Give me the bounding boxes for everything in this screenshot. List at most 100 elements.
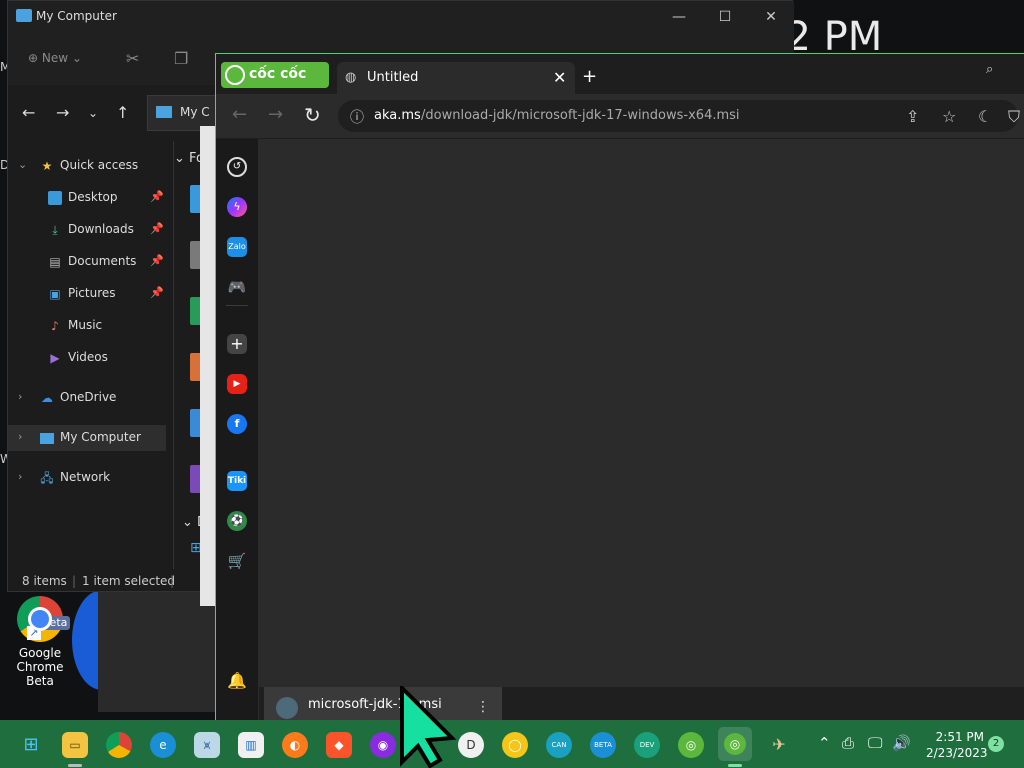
pin-icon[interactable]: 📌 bbox=[150, 190, 164, 203]
nav-videos[interactable]: ▶ Videos bbox=[8, 345, 166, 371]
history-icon[interactable]: ↺ bbox=[227, 157, 247, 177]
music-icon: ♪ bbox=[51, 319, 59, 333]
show-hidden-icons-chevron[interactable]: ⌃ bbox=[818, 734, 831, 752]
explorer-title-bar[interactable]: My Computer — ☐ ✕ bbox=[8, 1, 794, 33]
file-explorer-icon[interactable]: ▭ bbox=[62, 732, 88, 758]
chevron-right-icon[interactable]: › bbox=[18, 470, 22, 483]
chrome-canary-icon[interactable]: ◯ bbox=[502, 732, 528, 758]
bookmark-star-icon[interactable]: ☆ bbox=[942, 107, 956, 126]
edge-canary-icon[interactable]: CAN bbox=[546, 732, 572, 758]
firefox-icon[interactable]: ◐ bbox=[282, 732, 308, 758]
installer-file-icon bbox=[276, 697, 298, 719]
coccoc-menu-button[interactable]: cốc cốc bbox=[221, 62, 329, 88]
football-icon[interactable]: ⚽ bbox=[227, 511, 247, 531]
start-windows-icon[interactable]: ⊞ bbox=[18, 732, 44, 758]
share-icon[interactable]: ⇪ bbox=[906, 107, 919, 126]
new-button[interactable]: ⊕ New ⌄ bbox=[28, 51, 82, 65]
network-monitor-icon[interactable]: 🖵 bbox=[868, 734, 882, 752]
tab-search-icon[interactable]: ⌕ bbox=[986, 62, 993, 77]
forward-icon[interactable]: → bbox=[268, 104, 283, 125]
clock-time: 2:51 PM bbox=[935, 730, 984, 744]
nav-quick-access[interactable]: ⌄ ★ Quick access bbox=[8, 153, 166, 179]
chrome-icon[interactable] bbox=[106, 732, 132, 758]
desktop-icon-chrome-beta[interactable]: Beta ↗ Google Chrome Beta bbox=[4, 596, 76, 688]
app-tool-icon[interactable]: ✈ bbox=[766, 732, 792, 758]
info-icon[interactable]: ⓘ bbox=[350, 107, 364, 127]
notification-count-badge[interactable]: 2 bbox=[988, 736, 1004, 752]
notification-bell-icon[interactable]: 🔔 bbox=[227, 671, 247, 691]
pin-icon[interactable]: 📌 bbox=[150, 254, 164, 267]
app-window-icon[interactable]: ▥ bbox=[238, 732, 264, 758]
edge-dev-icon[interactable]: DEV bbox=[634, 732, 660, 758]
nav-label: Videos bbox=[68, 350, 108, 364]
tab-title: Untitled bbox=[367, 70, 419, 85]
forward-icon[interactable]: → bbox=[56, 103, 69, 122]
new-tab-button[interactable]: + bbox=[582, 66, 597, 87]
nav-onedrive[interactable]: › ☁ OneDrive bbox=[8, 385, 166, 411]
facebook-icon[interactable]: f bbox=[227, 414, 247, 434]
chevron-right-icon[interactable]: › bbox=[18, 430, 22, 443]
edge-icon[interactable]: e bbox=[150, 732, 176, 758]
cut-icon[interactable]: ✂ bbox=[126, 49, 144, 68]
chrome-beta-icon: Beta ↗ bbox=[17, 596, 71, 642]
reload-icon[interactable]: ↻ bbox=[304, 103, 321, 127]
chrome-dev-icon[interactable]: D bbox=[458, 732, 484, 758]
nav-label: OneDrive bbox=[60, 390, 117, 404]
edge-beta-icon[interactable]: BETA bbox=[590, 732, 616, 758]
back-icon[interactable]: ← bbox=[232, 104, 247, 125]
navigation-pane: ⌄ ★ Quick access Desktop 📌 ⤓ Downloads 📌… bbox=[8, 149, 168, 569]
coccoc-active-icon[interactable]: ◎ bbox=[718, 727, 752, 761]
document-icon: ▤ bbox=[49, 255, 61, 269]
nav-network[interactable]: › 🖧 Network bbox=[8, 465, 166, 491]
nav-pictures[interactable]: ▣ Pictures 📌 bbox=[8, 281, 166, 307]
close-button[interactable]: ✕ bbox=[748, 5, 794, 29]
nav-music[interactable]: ♪ Music bbox=[8, 313, 166, 339]
beta-badge: Beta bbox=[39, 616, 71, 630]
brave-icon[interactable]: ◆ bbox=[326, 732, 352, 758]
chevron-right-icon[interactable]: › bbox=[18, 390, 22, 403]
taskbar: ⊞ ▭ e ⩙ ▥ ◐ ◆ ◉ D ◯ CAN BETA DEV ◎ ◎ ✈ ⌃… bbox=[0, 720, 1024, 768]
nav-desktop[interactable]: Desktop 📌 bbox=[8, 185, 166, 211]
add-shortcut-icon[interactable]: + bbox=[227, 334, 247, 354]
volume-icon[interactable]: 🔊 bbox=[892, 734, 911, 752]
pin-icon[interactable]: 📌 bbox=[150, 222, 164, 235]
recent-dropdown-icon[interactable]: ⌄ bbox=[88, 106, 98, 120]
more-options-icon[interactable]: ⋮ bbox=[476, 699, 490, 715]
nav-label: Network bbox=[60, 470, 111, 484]
chevron-down-icon[interactable]: ⌄ bbox=[18, 158, 27, 171]
tiki-icon[interactable]: Tiki bbox=[227, 471, 247, 491]
download-item[interactable]: microsoft-jdk-1…msi ⋮ bbox=[264, 687, 502, 721]
video-icon: ▶ bbox=[50, 351, 60, 365]
tab-bar: cốc cốc ◍ Untitled ✕ + ⌕ bbox=[216, 54, 1024, 94]
dark-mode-moon-icon[interactable]: ☾ bbox=[978, 107, 992, 126]
network-icon: 🖧 bbox=[40, 471, 54, 485]
maximize-button[interactable]: ☐ bbox=[702, 5, 748, 29]
mask-app-icon[interactable]: ◉ bbox=[370, 732, 396, 758]
nav-my-computer[interactable]: › My Computer bbox=[8, 425, 166, 451]
copy-icon[interactable]: ❐ bbox=[174, 49, 192, 68]
status-separator: | bbox=[170, 574, 175, 588]
zalo-icon[interactable]: Zalo bbox=[227, 237, 247, 257]
coccoc-taskbar-icon[interactable]: ◎ bbox=[678, 732, 704, 758]
nav-downloads[interactable]: ⤓ Downloads 📌 bbox=[8, 217, 166, 243]
url-bar[interactable]: ⓘ aka.ms /download-jdk/microsoft-jdk-17-… bbox=[338, 100, 1020, 132]
tab-untitled[interactable]: ◍ Untitled ✕ bbox=[337, 62, 575, 94]
youtube-icon[interactable]: ▶ bbox=[227, 374, 247, 394]
pin-icon[interactable]: 📌 bbox=[150, 286, 164, 299]
close-tab-icon[interactable]: ✕ bbox=[553, 68, 566, 87]
explorer-title: My Computer bbox=[36, 9, 117, 23]
app-monitor-icon[interactable]: ⩙ bbox=[194, 732, 220, 758]
up-icon[interactable]: ↑ bbox=[116, 103, 129, 122]
printer-icon[interactable]: ⎙ bbox=[842, 734, 854, 752]
nav-documents[interactable]: ▤ Documents 📌 bbox=[8, 249, 166, 275]
messenger-icon[interactable]: ϟ bbox=[227, 197, 247, 217]
background-window-edge bbox=[200, 126, 215, 606]
back-icon[interactable]: ← bbox=[22, 103, 35, 122]
desktop-icon-label: Google Chrome Beta bbox=[16, 646, 64, 688]
shield-icon[interactable]: ⛉ bbox=[1008, 107, 1020, 127]
minimize-button[interactable]: — bbox=[656, 5, 702, 29]
game-controller-icon[interactable]: 🎮 bbox=[227, 277, 247, 297]
page-content-area[interactable] bbox=[259, 139, 1024, 687]
shopping-cart-icon[interactable]: 🛒 bbox=[227, 551, 247, 571]
taskbar-clock[interactable]: 2:51 PM 2/23/2023 bbox=[926, 729, 988, 761]
